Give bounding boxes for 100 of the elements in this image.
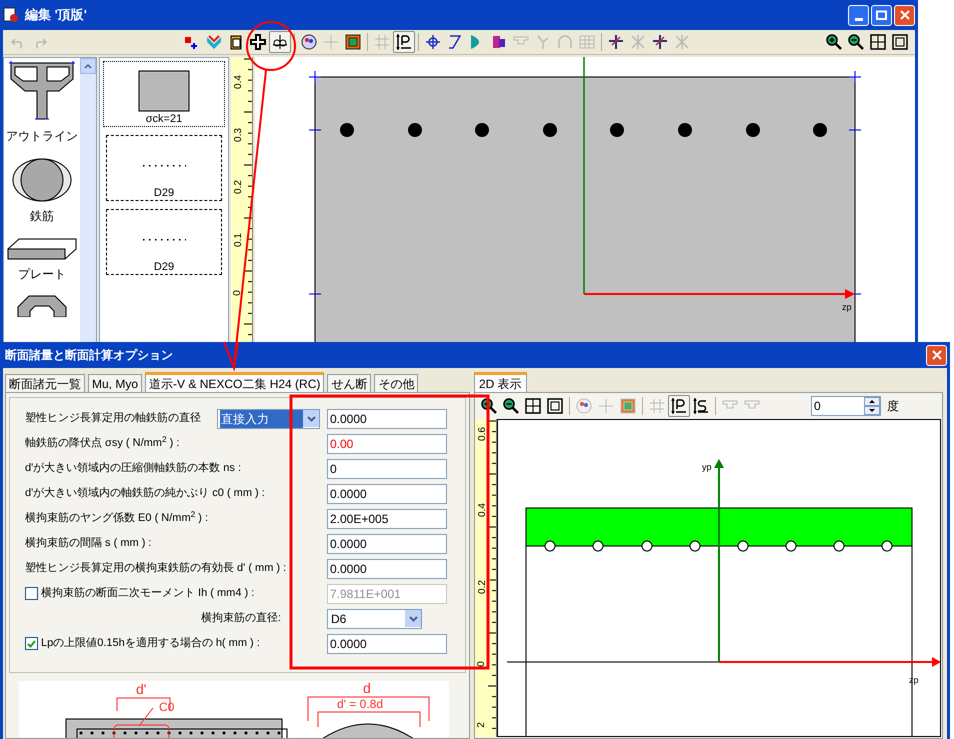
input-field[interactable]: 0 xyxy=(327,458,447,478)
toolbar-button[interactable] xyxy=(668,395,690,417)
field-label: 横拘束筋のヤング係数 E0 ( N/mm$^{2}$ ) : xyxy=(25,510,208,526)
x-icon xyxy=(630,34,646,50)
crosshair-icon xyxy=(598,398,614,414)
rebar-circle-icon xyxy=(11,157,73,203)
maximize-button[interactable] xyxy=(871,4,892,26)
tab[interactable]: Mu, Myo xyxy=(88,374,142,392)
close-button[interactable] xyxy=(894,4,915,26)
zoom-in-icon xyxy=(481,398,497,414)
dialog-title: 断面諸量と断面計算オプション xyxy=(5,347,173,364)
tab[interactable]: せん断 xyxy=(327,374,372,392)
arch-icon xyxy=(557,34,573,50)
x-icon xyxy=(674,34,690,50)
app-icon xyxy=(3,7,19,23)
rebar-dot xyxy=(610,123,624,137)
layer-label: D29 xyxy=(154,188,174,199)
is-axis-icon xyxy=(693,398,709,414)
maximize-icon xyxy=(876,10,887,20)
rebar-dot xyxy=(340,123,354,137)
toolbar-button[interactable] xyxy=(247,31,269,53)
angle-field[interactable]: 0 xyxy=(811,396,881,416)
palette-label[interactable]: アウトライン xyxy=(6,127,78,145)
palette-icon xyxy=(301,34,317,50)
dimension-label: d xyxy=(363,681,371,695)
zoom-out-icon xyxy=(848,34,864,50)
input-field[interactable]: 0.00 xyxy=(327,434,447,454)
spin-arrows-icon xyxy=(864,397,880,415)
point-marker xyxy=(848,70,862,84)
field-label: 塑性ヒンジ長算定用の軸鉄筋の直径 xyxy=(25,410,201,426)
axis-label: zp xyxy=(842,301,852,314)
octagon-ring-icon xyxy=(17,295,67,317)
input-field[interactable]: 0.0000 xyxy=(327,484,447,504)
unit-label: 度 xyxy=(887,398,899,415)
check-icon xyxy=(27,640,36,648)
leader-line xyxy=(138,708,154,726)
rebar-dot xyxy=(678,123,692,137)
rebar-dot xyxy=(543,123,557,137)
field-label: d'が大きい領域内の軸鉄筋の純かぶり c0 ( mm ) : xyxy=(25,486,265,502)
tab[interactable]: 道示-V & NEXCO二集 H24 (RC) xyxy=(145,372,324,392)
dropdown[interactable]: 直接入力 xyxy=(217,408,320,428)
minimize-icon xyxy=(854,18,862,20)
annotation-circle xyxy=(246,21,296,71)
rebar-dot xyxy=(475,123,489,137)
field-label: 横拘束筋の間隔 s ( mm ) : xyxy=(25,536,152,552)
fit-icon xyxy=(870,34,886,50)
scroll-up-button[interactable] xyxy=(80,58,96,74)
point-marker xyxy=(308,70,322,84)
zoom-in-icon xyxy=(826,34,842,50)
clipboard-icon xyxy=(228,34,244,50)
zoom-out-icon xyxy=(503,398,519,414)
toolbar-button[interactable] xyxy=(269,31,291,53)
toolbar-button[interactable] xyxy=(393,31,415,53)
cross-arrows-icon xyxy=(652,34,668,50)
chevron-up-icon xyxy=(84,64,92,68)
field-label: Lpの上限値0.15hを適用する場合の h( mm ) : xyxy=(41,636,260,652)
concrete-section-icon xyxy=(138,70,190,112)
square-icon xyxy=(345,34,361,50)
frame-icon xyxy=(547,398,563,414)
dimension-label: d' xyxy=(136,682,146,696)
bracket-highlight xyxy=(114,724,170,738)
dropdown[interactable]: D6 xyxy=(327,608,422,628)
tab[interactable]: その他 xyxy=(374,374,418,392)
palette-label[interactable]: プレート xyxy=(18,265,66,283)
plus-icon xyxy=(250,34,266,50)
close-icon xyxy=(900,10,910,20)
input-field[interactable]: 0.0000 xyxy=(327,558,447,578)
frame-icon xyxy=(892,34,908,50)
layers-icon xyxy=(491,34,507,50)
rebar-dot xyxy=(408,123,422,137)
minimize-button[interactable] xyxy=(848,4,869,26)
checkbox[interactable] xyxy=(25,637,38,650)
ip-axis-icon xyxy=(671,398,687,414)
input-field[interactable]: 0.0000 xyxy=(327,408,447,428)
scrollbar[interactable] xyxy=(80,58,96,342)
layer-label: σck=21 xyxy=(146,114,182,125)
palette-icon xyxy=(576,398,592,414)
add-point-icon xyxy=(184,34,200,50)
layer-item[interactable]: σck=21 xyxy=(103,61,225,127)
tab[interactable]: 断面諸元一覧 xyxy=(5,374,85,392)
fit-icon xyxy=(525,398,541,414)
tab[interactable]: 2D 表示 xyxy=(474,372,527,392)
spin-button[interactable] xyxy=(864,397,880,415)
square-icon xyxy=(620,398,636,414)
layer-item[interactable]: D29 xyxy=(106,135,222,201)
ip-axis-icon xyxy=(396,34,412,50)
input-field[interactable]: 0.0000 xyxy=(327,634,447,654)
rebar-dot xyxy=(813,123,827,137)
input-field[interactable]: 2.00E+005 xyxy=(327,508,447,528)
cross-arrows-icon xyxy=(608,34,624,50)
crosshair-icon xyxy=(323,34,339,50)
layer-item[interactable]: D29 xyxy=(106,209,222,275)
close-button[interactable] xyxy=(926,344,947,366)
input-field[interactable]: 0.0000 xyxy=(327,534,447,554)
circles-icon xyxy=(272,34,288,50)
close-icon xyxy=(932,350,942,360)
slope-icon xyxy=(447,34,463,50)
field-label: 横拘束筋の直径: xyxy=(200,611,281,626)
palette-label[interactable]: 鉄筋 xyxy=(30,207,54,225)
target-icon xyxy=(425,34,441,50)
